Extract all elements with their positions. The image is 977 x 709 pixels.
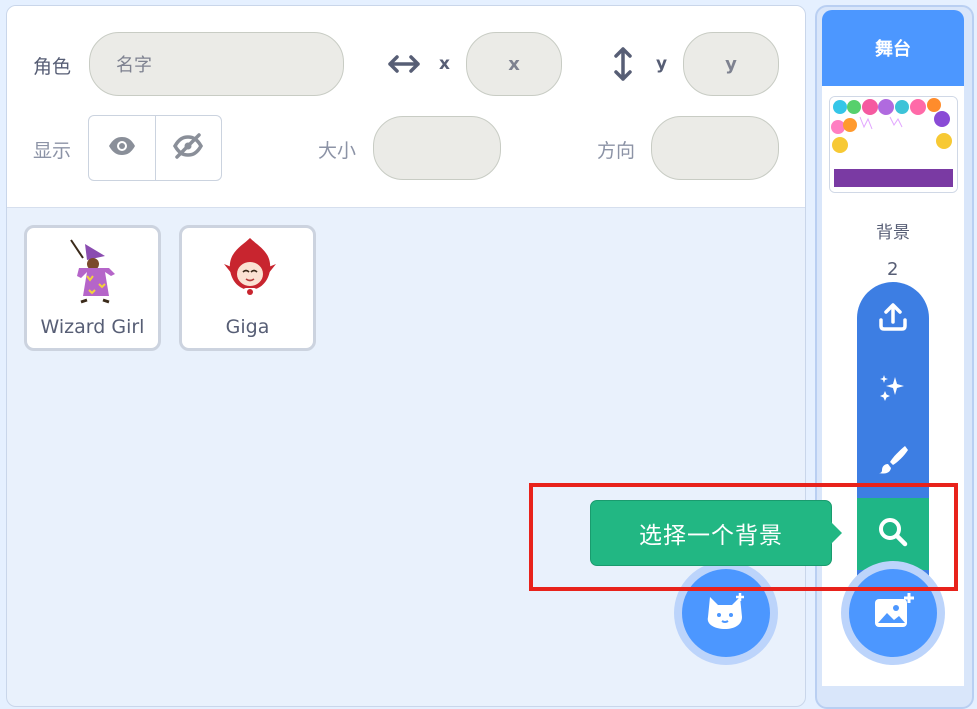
x-value: x <box>508 53 520 75</box>
hide-sprite-button[interactable] <box>156 116 222 180</box>
vertical-arrows-icon <box>612 46 634 86</box>
visibility-toggle <box>88 115 222 181</box>
sprite-name: Wizard Girl <box>40 316 145 338</box>
direction-input[interactable] <box>651 116 779 180</box>
show-sprite-button[interactable] <box>89 116 156 180</box>
upload-icon <box>877 302 909 336</box>
x-input[interactable]: x <box>466 32 562 96</box>
sprite-name: Giga <box>225 316 270 338</box>
stage-header[interactable]: 舞台 <box>822 10 964 86</box>
stage-title: 舞台 <box>875 39 911 60</box>
sprite-tile-wizard-girl[interactable]: Wizard Girl <box>24 225 161 351</box>
sprite-tile-giga[interactable]: Giga <box>179 225 316 351</box>
y-input[interactable]: y <box>683 32 779 96</box>
horizontal-arrows-icon <box>387 53 421 79</box>
stage-thumbnail[interactable] <box>829 96 958 193</box>
wizard-girl-icon <box>65 238 125 308</box>
y-label: y <box>656 54 668 74</box>
sprite-label: 角色 <box>33 56 72 78</box>
size-label: 大小 <box>318 140 357 162</box>
sprite-name-input[interactable]: 名字 <box>89 32 344 96</box>
x-label: x <box>439 54 450 74</box>
surprise-backdrop-button[interactable] <box>857 354 929 424</box>
surprise-icon <box>877 371 909 407</box>
highlight-box <box>529 483 958 591</box>
backdrops-label: 背景 <box>876 223 910 243</box>
sprite-info-panel: 角色 名字 x x y y 显示 大小 方向 <box>7 6 805 208</box>
balloons-backdrop-icon <box>830 97 957 192</box>
image-add-icon <box>871 591 915 635</box>
eye-slash-icon <box>172 133 204 163</box>
size-input[interactable] <box>373 116 501 180</box>
backdrop-count: 2 <box>887 259 899 280</box>
paint-icon <box>877 443 909 479</box>
upload-backdrop-button[interactable] <box>857 284 929 354</box>
y-value: y <box>725 53 737 75</box>
eye-icon <box>107 135 137 161</box>
sprite-name-placeholder: 名字 <box>116 55 152 76</box>
giga-icon <box>220 236 280 306</box>
direction-label: 方向 <box>597 140 636 162</box>
cat-icon <box>704 591 748 635</box>
show-label: 显示 <box>33 140 72 162</box>
